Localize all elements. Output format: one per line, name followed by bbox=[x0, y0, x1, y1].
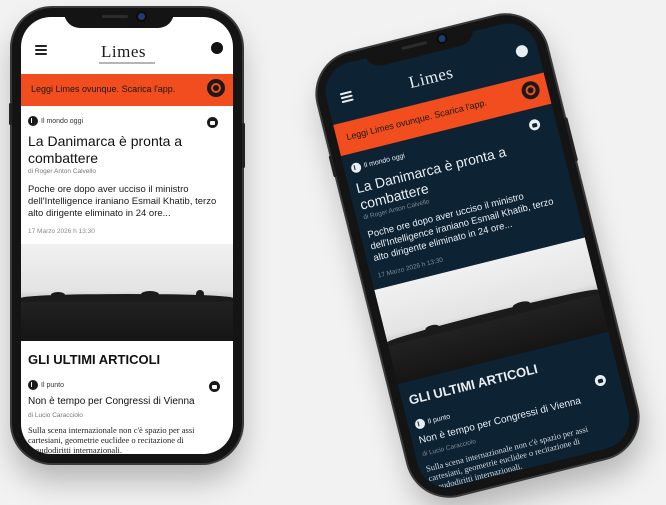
camera-icon bbox=[437, 34, 447, 43]
lock-icon bbox=[207, 117, 218, 128]
limes-logo[interactable]: Limes bbox=[101, 42, 146, 62]
article-category[interactable]: Il mondo oggi bbox=[28, 116, 83, 126]
article-title[interactable]: La Danimarca è pronta a combattere bbox=[28, 133, 208, 167]
article-byline: di Roger Anton Calvello bbox=[28, 168, 96, 175]
article-category[interactable]: Il punto bbox=[413, 412, 452, 430]
user-icon[interactable] bbox=[514, 43, 530, 59]
article-title[interactable]: Non è tempo per Congressi di Vienna bbox=[28, 396, 195, 407]
screen: Limes Leggi Limes ovunque. Scarica l'app… bbox=[319, 17, 636, 494]
article-byline: di Lucio Caracciolo bbox=[28, 412, 83, 419]
app-logo-icon[interactable] bbox=[207, 79, 225, 97]
phone-dark-mode: Limes Leggi Limes ovunque. Scarica l'app… bbox=[308, 6, 647, 505]
phone-light-mode: Limes Leggi Limes ovunque. Scarica l'app… bbox=[9, 8, 245, 463]
pin-icon bbox=[350, 161, 363, 174]
logo-tagline-rule bbox=[99, 62, 155, 64]
category-label: Il punto bbox=[427, 413, 452, 426]
article-lead[interactable]: Poche ore dopo aver ucciso il ministro d… bbox=[28, 184, 224, 220]
notch bbox=[64, 8, 174, 28]
power-button bbox=[242, 123, 245, 168]
power-button bbox=[564, 117, 579, 162]
category-label: Il mondo oggi bbox=[363, 152, 406, 170]
app-download-banner[interactable]: Leggi Limes ovunque. Scarica l'app. bbox=[21, 74, 233, 106]
pin-icon bbox=[28, 380, 38, 390]
banner-text: Leggi Limes ovunque. Scarica l'app. bbox=[31, 84, 176, 94]
pin-icon bbox=[28, 116, 38, 126]
app-logo-icon[interactable] bbox=[519, 79, 542, 102]
article-category[interactable]: Il punto bbox=[28, 380, 64, 390]
volume-button bbox=[328, 155, 337, 178]
camera-icon bbox=[138, 13, 145, 20]
category-label: Il punto bbox=[41, 381, 64, 389]
lock-icon bbox=[593, 373, 608, 388]
limes-logo[interactable]: Limes bbox=[407, 63, 456, 93]
category-label: Il mondo oggi bbox=[41, 117, 84, 125]
article-image[interactable] bbox=[21, 244, 233, 341]
menu-icon[interactable] bbox=[339, 90, 355, 106]
screen: Limes Leggi Limes ovunque. Scarica l'app… bbox=[21, 17, 233, 454]
volume-button bbox=[9, 103, 12, 125]
article-date: 17 Marzo 2026 h 13:30 bbox=[28, 228, 95, 235]
section-title: GLI ULTIMI ARTICOLI bbox=[28, 352, 161, 367]
pin-icon bbox=[413, 417, 427, 430]
user-icon[interactable] bbox=[211, 42, 223, 54]
lock-icon bbox=[527, 118, 542, 132]
article-image[interactable] bbox=[374, 237, 609, 385]
article-excerpt[interactable]: Sulla scena internazionale non c'è spazi… bbox=[28, 425, 224, 454]
menu-icon[interactable] bbox=[35, 45, 47, 57]
lock-icon bbox=[209, 381, 220, 392]
